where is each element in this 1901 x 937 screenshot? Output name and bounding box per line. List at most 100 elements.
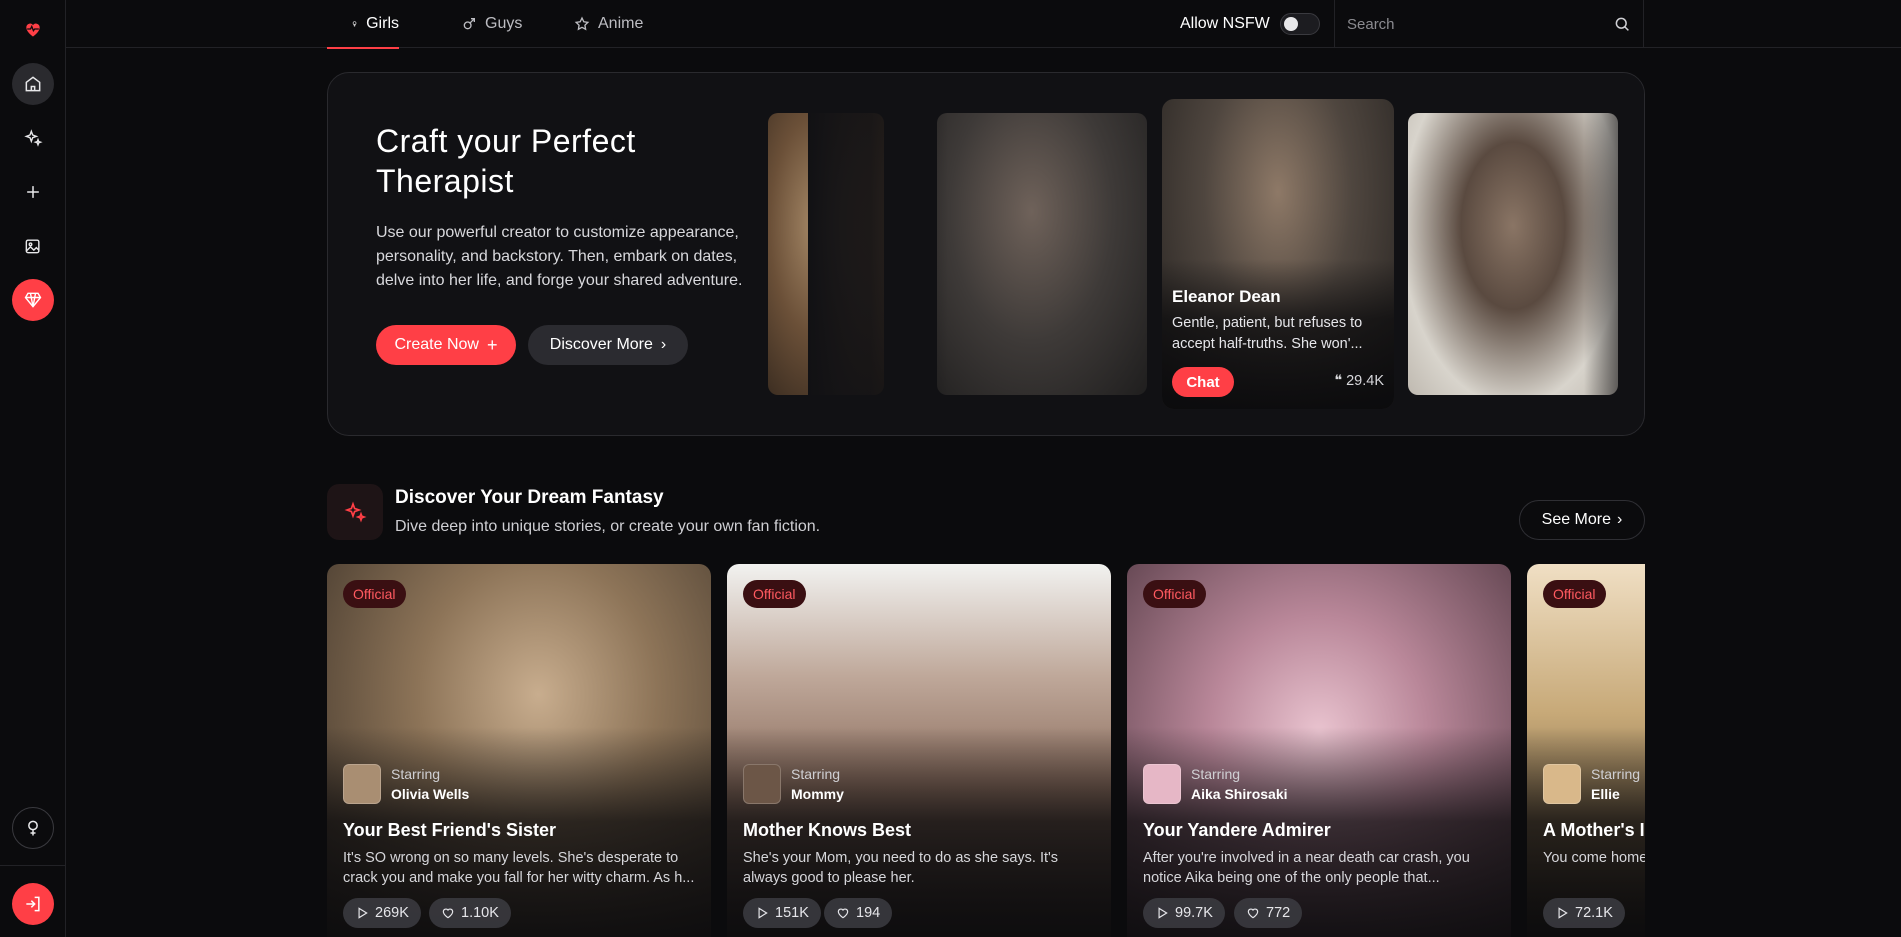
plays-count: 99.7K [1143, 898, 1225, 928]
gender-icon[interactable] [12, 807, 54, 849]
likes-value: 772 [1266, 905, 1291, 921]
hero-banner: Craft your Perfect Therapist Use our pow… [327, 72, 1645, 436]
story-description: She's your Mom, you need to do as she sa… [743, 850, 1059, 886]
story-card[interactable]: Official Starring Aika Shirosaki Your Ya… [1127, 564, 1511, 937]
character-card[interactable] [937, 113, 1147, 395]
sidebar [0, 0, 66, 937]
character-description: Gentle, patient, but refuses to accept h… [1172, 315, 1363, 352]
likes-count: 194 [824, 898, 893, 928]
plays-value: 151K [775, 905, 809, 921]
story-title: Your Yandere Admirer [1143, 820, 1331, 840]
female-icon [352, 21, 357, 27]
chat-bubbles-icon: ❝ [1334, 373, 1343, 389]
story-title: Your Best Friend's Sister [343, 820, 557, 840]
nsfw-toggle[interactable] [1279, 13, 1320, 35]
tab-anime[interactable]: Anime [574, 0, 643, 48]
carousel-fade [808, 73, 948, 435]
official-badge: Official [1543, 580, 1606, 608]
top-bar: Girls Guys Anime Allow NSFW [66, 0, 1901, 49]
discover-more-button[interactable]: Discover More › [528, 325, 688, 365]
plays-value: 99.7K [1175, 905, 1213, 921]
avatar [1543, 764, 1581, 804]
see-more-button[interactable]: See More › [1519, 500, 1645, 540]
plus-icon: + [486, 334, 498, 355]
discover-more-label: Discover More [549, 336, 653, 353]
plays-value: 269K [375, 905, 409, 921]
likes-count: 772 [1234, 898, 1303, 928]
chat-count-value: 29.4K [1346, 373, 1384, 389]
starring-label: Starring [1191, 766, 1241, 782]
hero-description: Use our powerful creator to customize ap… [376, 224, 743, 289]
avatar [1143, 764, 1181, 804]
story-description: You come home chaos of the day [1543, 850, 1645, 866]
section-subtitle: Dive deep into unique stories, or create… [395, 518, 821, 535]
starring-label: Starring [391, 766, 441, 782]
chevron-right-icon: › [1617, 511, 1623, 528]
chat-button[interactable]: Chat [1172, 367, 1234, 397]
sidebar-divider [0, 865, 66, 866]
play-icon [758, 907, 768, 919]
character-name: Eleanor Dean [1172, 287, 1281, 306]
star-name: Mommy [791, 786, 844, 802]
heart-icon [837, 908, 849, 919]
starring-label: Starring [791, 766, 841, 782]
tab-guys[interactable]: Guys [461, 0, 522, 48]
likes-value: 194 [856, 905, 881, 921]
carousel-fade [1584, 73, 1644, 435]
play-icon [1158, 907, 1168, 919]
play-icon [358, 907, 368, 919]
sparkles-icon [327, 484, 383, 540]
login-icon[interactable] [12, 883, 54, 925]
plays-count: 151K [743, 898, 821, 928]
official-badge: Official [343, 580, 406, 608]
plays-count: 72.1K [1543, 898, 1625, 928]
plays-value: 72.1K [1575, 905, 1613, 921]
official-badge: Official [743, 580, 806, 608]
create-now-button[interactable]: Create Now + [376, 325, 516, 365]
story-card[interactable]: Official Starring Mommy Mother Knows Bes… [727, 564, 1111, 937]
likes-count: 1.10K [429, 898, 511, 928]
featured-character-card[interactable]: Eleanor Dean Gentle, patient, but refuse… [1162, 99, 1394, 409]
search-input[interactable] [1347, 15, 1613, 33]
star-name: Ellie [1591, 786, 1620, 802]
create-now-label: Create Now [394, 336, 479, 353]
home-icon[interactable] [12, 63, 54, 105]
heart-icon [1247, 908, 1259, 919]
heart-icon [442, 908, 454, 919]
plays-count: 269K [343, 898, 421, 928]
nsfw-label: Allow NSFW [1180, 15, 1270, 32]
story-description: After you're involved in a near death ca… [1143, 850, 1470, 886]
see-more-label: See More [1541, 511, 1612, 528]
plus-icon[interactable] [12, 171, 54, 213]
search-bar [1334, 0, 1644, 48]
story-title: Mother Knows Best [743, 820, 912, 840]
likes-value: 1.10K [461, 905, 499, 921]
tab-label: Girls [366, 15, 399, 32]
play-icon [1558, 907, 1568, 919]
star-icon [574, 16, 590, 31]
image-edit-icon[interactable] [12, 225, 54, 267]
male-icon [463, 18, 475, 30]
hero-title: Craft your Perfect Therapist [376, 123, 636, 199]
official-badge: Official [1143, 580, 1206, 608]
avatar [343, 764, 381, 804]
sparkles-icon[interactable] [12, 117, 54, 159]
logo-heart-icon[interactable] [12, 8, 54, 50]
avatar [743, 764, 781, 804]
nsfw-control: Allow NSFW [1180, 0, 1320, 48]
search-icon[interactable] [1613, 15, 1631, 33]
diamond-icon[interactable] [12, 279, 54, 321]
story-description: It's SO wrong on so many levels. She's d… [343, 850, 695, 886]
story-card[interactable]: Official Starring Ellie A Mother's In Yo… [1527, 564, 1645, 937]
tab-label: Guys [485, 15, 523, 32]
story-card[interactable]: Official Starring Olivia Wells Your Best… [327, 564, 711, 937]
starring-label: Starring [1591, 766, 1641, 782]
star-name: Olivia Wells [391, 786, 470, 802]
story-title: A Mother's In [1543, 820, 1645, 840]
star-name: Aika Shirosaki [1191, 786, 1288, 802]
chevron-right-icon: › [660, 336, 667, 353]
tab-label: Anime [598, 15, 644, 32]
chat-count: ❝ 29.4K [1334, 373, 1384, 389]
section-title: Discover Your Dream Fantasy [395, 487, 664, 508]
tab-girls[interactable]: Girls [327, 0, 399, 49]
